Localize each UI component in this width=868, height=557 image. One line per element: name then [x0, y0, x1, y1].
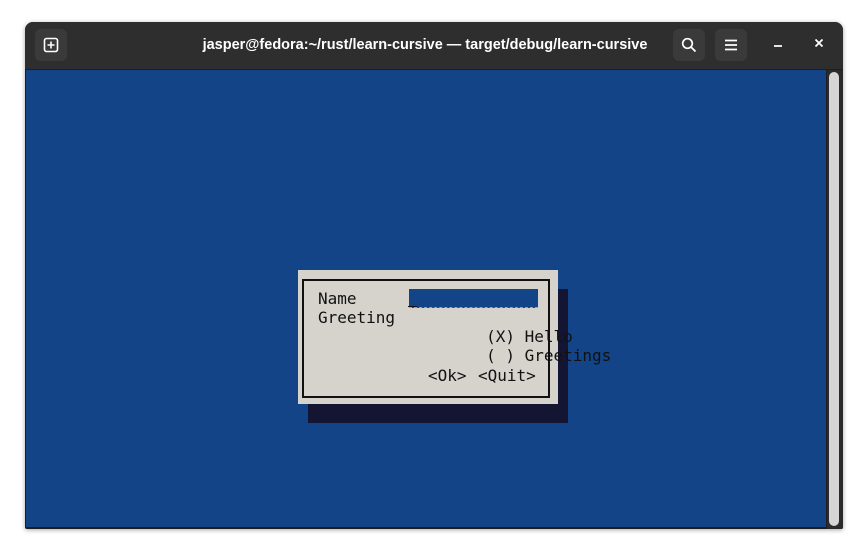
- quit-button[interactable]: <Quit>: [478, 366, 536, 385]
- hamburger-menu-icon: [723, 37, 739, 53]
- ok-button[interactable]: <Ok>: [428, 366, 467, 385]
- close-button[interactable]: [806, 32, 832, 58]
- terminal-window: jasper@fedora:~/rust/learn-cursive — tar…: [25, 22, 843, 529]
- window-title: jasper@fedora:~/rust/learn-cursive — tar…: [202, 37, 648, 53]
- search-button[interactable]: [673, 29, 705, 61]
- greeting-label: Greeting: [318, 308, 396, 327]
- radio-greetings-label: Greetings: [524, 346, 612, 365]
- name-label: Name: [318, 289, 357, 308]
- menu-button[interactable]: [715, 29, 747, 61]
- cursive-dialog: Name Greeting (X) Hello ( ) Greetings <O…: [298, 270, 611, 404]
- close-icon: [813, 36, 825, 54]
- terminal-area[interactable]: Name Greeting (X) Hello ( ) Greetings <O…: [26, 70, 826, 527]
- name-input[interactable]: [409, 289, 538, 308]
- minimize-icon: [772, 36, 784, 54]
- new-tab-button[interactable]: [35, 29, 67, 61]
- radio-greetings-marker: ( ): [486, 346, 515, 365]
- title-bar: jasper@fedora:~/rust/learn-cursive — tar…: [25, 22, 843, 69]
- search-icon: [681, 37, 697, 53]
- new-tab-icon: [43, 37, 59, 53]
- scrollbar-thumb[interactable]: [829, 72, 839, 526]
- minimize-button[interactable]: [765, 32, 791, 58]
- text-cursor: [408, 289, 418, 308]
